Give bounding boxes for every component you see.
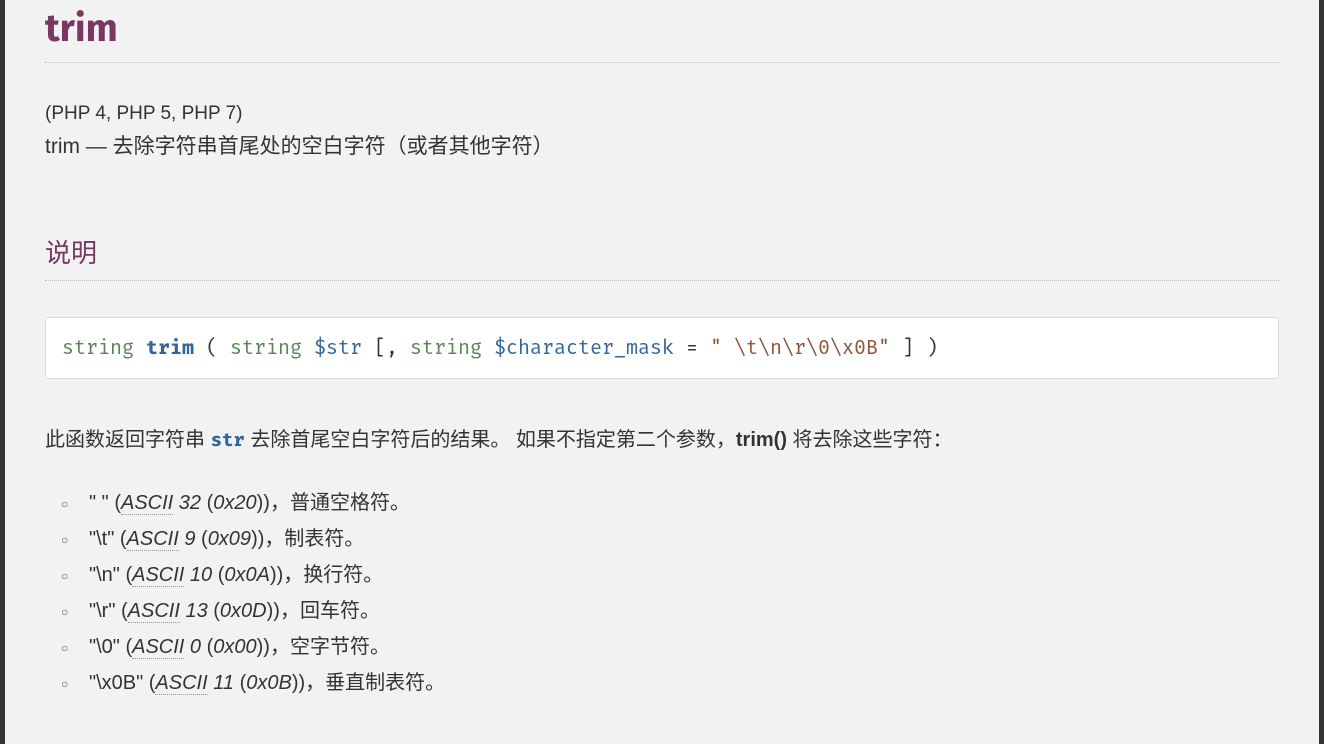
char-hex: 0x00 (213, 636, 256, 658)
page-title: trim (45, 0, 1279, 63)
char-literal: "\0" (89, 636, 120, 658)
optional-close: ] (902, 336, 926, 360)
ascii-abbr: ASCII (132, 564, 184, 587)
ascii-abbr: ASCII (155, 672, 207, 695)
desc-post: 将去除这些字符： (787, 429, 953, 451)
paren-close: ) (926, 336, 938, 360)
paren-open: ( (206, 336, 230, 360)
list-item: "\x0B" (ASCII 11 (0x0B))，垂直制表符。 (85, 665, 1279, 701)
ascii-abbr: ASCII (128, 600, 180, 623)
list-item: "\t" (ASCII 9 (0x09))，制表符。 (85, 521, 1279, 557)
char-name: 换行符。 (303, 564, 383, 586)
char-name: 空字节符。 (290, 636, 390, 658)
param2-name: $character_mask (494, 336, 674, 360)
char-literal: "\r" (89, 600, 115, 622)
section-description-heading: 说明 (45, 233, 1279, 281)
char-dec: 13 (185, 600, 207, 622)
char-name: 垂直制表符。 (325, 672, 445, 694)
equals: = (686, 336, 710, 360)
list-item: " " (ASCII 32 (0x20))，普通空格符。 (85, 485, 1279, 521)
ascii-abbr: ASCII (121, 492, 173, 515)
doc-page: trim (PHP 4, PHP 5, PHP 7) trim — 去除字符串首… (5, 0, 1319, 744)
char-dec: 9 (184, 528, 195, 550)
optional-open: [, (374, 336, 410, 360)
return-type: string (62, 336, 134, 360)
char-hex: 0x0A (224, 564, 270, 586)
char-dec: 11 (213, 672, 234, 694)
param2-type: string (410, 336, 482, 360)
char-name: 回车符。 (300, 600, 380, 622)
char-name: 制表符。 (284, 528, 364, 550)
param1-name: $str (314, 336, 362, 360)
param2-default: " \t\n\r\0\x0B" (710, 336, 890, 360)
function-synopsis: string trim ( string $str [, string $cha… (45, 317, 1279, 379)
char-dec: 0 (190, 636, 201, 658)
php-versions: (PHP 4, PHP 5, PHP 7) (45, 103, 1279, 125)
desc-fn-trim: trim() (736, 429, 787, 451)
list-item: "\n" (ASCII 10 (0x0A))，换行符。 (85, 557, 1279, 593)
char-dec: 10 (190, 564, 212, 586)
desc-mid: 去除首尾空白字符后的结果。 如果不指定第二个参数， (245, 429, 736, 451)
desc-param-str: str (211, 429, 245, 452)
desc-pre: 此函数返回字符串 (45, 429, 211, 451)
meta-block: (PHP 4, PHP 5, PHP 7) trim — 去除字符串首尾处的空白… (45, 103, 1279, 163)
char-hex: 0x0D (220, 600, 267, 622)
char-hex: 0x20 (213, 492, 256, 514)
char-name: 普通空格符。 (290, 492, 410, 514)
list-item: "\r" (ASCII 13 (0x0D))，回车符。 (85, 593, 1279, 629)
description-paragraph: 此函数返回字符串 str 去除首尾空白字符后的结果。 如果不指定第二个参数，tr… (45, 423, 1279, 457)
trimmed-chars-list: " " (ASCII 32 (0x20))，普通空格符。 "\t" (ASCII… (45, 485, 1279, 701)
char-literal: " " (89, 492, 109, 514)
char-literal: "\n" (89, 564, 120, 586)
function-name: trim (146, 336, 194, 360)
char-literal: "\x0B" (89, 672, 143, 694)
summary-fn-name: trim (45, 135, 80, 158)
summary-separator: — (80, 135, 113, 158)
ascii-abbr: ASCII (132, 636, 184, 659)
char-hex: 0x0B (246, 672, 292, 694)
summary-text: 去除字符串首尾处的空白字符（或者其他字符） (113, 135, 554, 158)
char-literal: "\t" (89, 528, 114, 550)
char-hex: 0x09 (208, 528, 251, 550)
ascii-abbr: ASCII (127, 528, 179, 551)
param1-type: string (230, 336, 302, 360)
char-dec: 32 (179, 492, 201, 514)
list-item: "\0" (ASCII 0 (0x00))，空字节符。 (85, 629, 1279, 665)
function-summary: trim — 去除字符串首尾处的空白字符（或者其他字符） (45, 131, 1279, 163)
